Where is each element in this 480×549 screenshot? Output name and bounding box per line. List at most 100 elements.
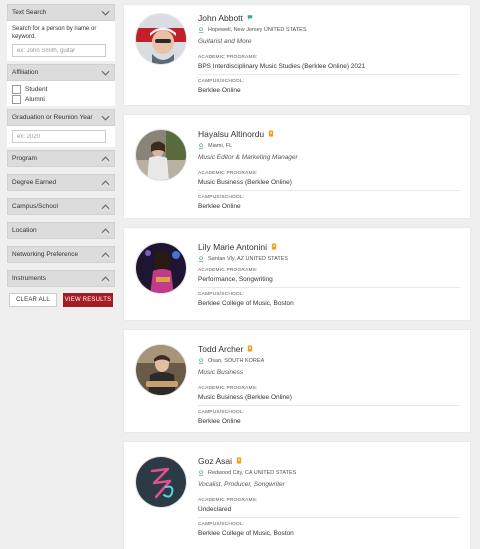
- person-location: Redwood City, CA UNITED STATES: [208, 470, 297, 476]
- facet-title: Text Search: [12, 9, 47, 16]
- chevron-up-icon: [101, 275, 110, 281]
- facet-header-instruments[interactable]: Instruments: [7, 270, 115, 287]
- person-name[interactable]: John Abbott: [198, 13, 243, 23]
- campus-label: CAMPUS/SCHOOL:: [198, 79, 245, 84]
- checkbox[interactable]: [12, 84, 21, 94]
- checkbox[interactable]: [12, 94, 21, 104]
- location-pin-icon: [198, 256, 204, 262]
- facet-header-degree[interactable]: Degree Earned: [7, 174, 115, 191]
- profile-card[interactable]: Hayalsu Altinordu Miami, FL Music Editor…: [124, 115, 470, 218]
- campus-school: Berklee Online: [198, 203, 241, 210]
- programs-label: ACADEMIC PROGRAMS:: [198, 386, 258, 391]
- facet-title: Degree Earned: [12, 179, 57, 186]
- facet-header-text-search[interactable]: Text Search: [7, 4, 115, 21]
- facet-program: Program: [7, 150, 115, 167]
- facet-title: Networking Preference: [12, 251, 79, 258]
- profile-card[interactable]: John Abbott Hopewell, New Jersey UNITED …: [124, 5, 470, 105]
- view-results-button[interactable]: VIEW RESULTS: [63, 293, 113, 307]
- person-location: Miami, FL: [208, 143, 233, 149]
- chevron-up-icon: [101, 203, 110, 209]
- chevron-up-icon: [101, 155, 110, 161]
- facet-header-campus[interactable]: Campus/School: [7, 198, 115, 215]
- facet-title: Instruments: [12, 275, 46, 282]
- person-location: Osan, SOUTH KOREA: [208, 358, 265, 364]
- facet-header-program[interactable]: Program: [7, 150, 115, 167]
- facet-header-affiliation[interactable]: Affiliation: [7, 64, 115, 81]
- award-icon: [271, 243, 277, 250]
- graduation-year-input[interactable]: [12, 130, 106, 143]
- facet-header-location[interactable]: Location: [7, 222, 115, 239]
- avatar: [135, 129, 187, 181]
- programs-label: ACADEMIC PROGRAMS:: [198, 171, 258, 176]
- campus-label: CAMPUS/SCHOOL:: [198, 195, 245, 200]
- avatar: [135, 242, 187, 294]
- award-icon: [248, 345, 253, 352]
- filter-sidebar: Text Search Search for a person by name …: [7, 4, 115, 307]
- award-icon: [236, 457, 242, 464]
- programs-label: ACADEMIC PROGRAMS:: [198, 55, 258, 60]
- search-input[interactable]: [12, 44, 106, 57]
- location-pin-icon: [198, 27, 204, 33]
- programs-label: ACADEMIC PROGRAMS:: [198, 498, 258, 503]
- facet-affiliation: Affiliation Student Alumni: [7, 64, 115, 106]
- affiliation-option-student[interactable]: Student: [12, 84, 110, 94]
- person-tagline: Guitarist and More: [198, 38, 252, 45]
- avatar: [135, 13, 187, 65]
- chevron-up-icon: [101, 227, 110, 233]
- academic-program: Music Business (Berklee Online): [198, 179, 460, 191]
- facet-header-networking[interactable]: Networking Preference: [7, 246, 115, 263]
- programs-label: ACADEMIC PROGRAMS:: [198, 268, 258, 273]
- profile-card[interactable]: Lily Marie Antonini Santan Vly, AZ UNITE…: [124, 228, 470, 320]
- campus-school: Berklee College of Music, Boston: [198, 300, 294, 307]
- facet-title: Location: [12, 227, 37, 234]
- campus-school: Berklee Online: [198, 87, 241, 94]
- chevron-down-icon: [101, 115, 110, 121]
- profile-card[interactable]: Goz Asai Redwood City, CA UNITED STATES …: [124, 442, 470, 549]
- person-tagline: Music Business: [198, 369, 244, 376]
- location-pin-icon: [198, 470, 204, 476]
- facet-title: Program: [12, 155, 37, 162]
- search-help-text: Search for a person by name or keyword.: [12, 26, 97, 40]
- person-name[interactable]: Hayalsu Altinordu: [198, 129, 264, 139]
- academic-program: Undeclared: [198, 506, 460, 518]
- chevron-up-icon: [101, 251, 110, 257]
- location-pin-icon: [198, 143, 204, 149]
- academic-program: Music Business (Berklee Online): [198, 394, 460, 406]
- academic-program: BPS Interdisciplinary Music Studies (Ber…: [198, 63, 460, 75]
- facet-instruments: Instruments: [7, 270, 115, 287]
- person-name[interactable]: Goz Asai: [198, 456, 232, 466]
- facet-title: Campus/School: [12, 203, 58, 210]
- clear-all-button[interactable]: CLEAR ALL: [9, 293, 57, 307]
- facet-title: Affiliation: [12, 69, 39, 76]
- chevron-down-icon: [101, 70, 110, 76]
- facet-title: Graduation or Reunion Year: [12, 114, 93, 121]
- option-label: Student: [25, 85, 48, 93]
- facet-graduation-year: Graduation or Reunion Year: [7, 109, 115, 147]
- chat-bubble-icon: [247, 15, 253, 20]
- facet-campus: Campus/School: [7, 198, 115, 215]
- person-location: Hopewell, New Jersey UNITED STATES: [208, 27, 307, 33]
- location-pin-icon: [198, 358, 204, 364]
- person-tagline: Vocalist, Producer, Songwriter: [198, 481, 285, 488]
- campus-school: Berklee Online: [198, 418, 241, 425]
- option-label: Alumni: [25, 95, 45, 103]
- academic-program: Performance, Songwriting: [198, 276, 460, 288]
- avatar: [135, 456, 187, 508]
- campus-label: CAMPUS/SCHOOL:: [198, 410, 245, 415]
- person-name[interactable]: Lily Marie Antonini: [198, 242, 267, 252]
- avatar: [135, 344, 187, 396]
- campus-label: CAMPUS/SCHOOL:: [198, 522, 245, 527]
- facet-degree: Degree Earned: [7, 174, 115, 191]
- person-name[interactable]: Todd Archer: [198, 344, 243, 354]
- chevron-up-icon: [101, 179, 110, 185]
- facet-header-graduation[interactable]: Graduation or Reunion Year: [7, 109, 115, 126]
- facet-text-search: Text Search Search for a person by name …: [7, 4, 115, 61]
- profile-card[interactable]: Todd Archer Osan, SOUTH KOREA Music Busi…: [124, 330, 470, 432]
- person-location: Santan Vly, AZ UNITED STATES: [208, 256, 289, 262]
- filter-actions: CLEAR ALL VIEW RESULTS: [7, 293, 115, 307]
- facet-networking: Networking Preference: [7, 246, 115, 263]
- campus-label: CAMPUS/SCHOOL:: [198, 292, 245, 297]
- affiliation-option-alumni[interactable]: Alumni: [12, 94, 110, 104]
- award-icon: [268, 130, 274, 137]
- facet-location: Location: [7, 222, 115, 239]
